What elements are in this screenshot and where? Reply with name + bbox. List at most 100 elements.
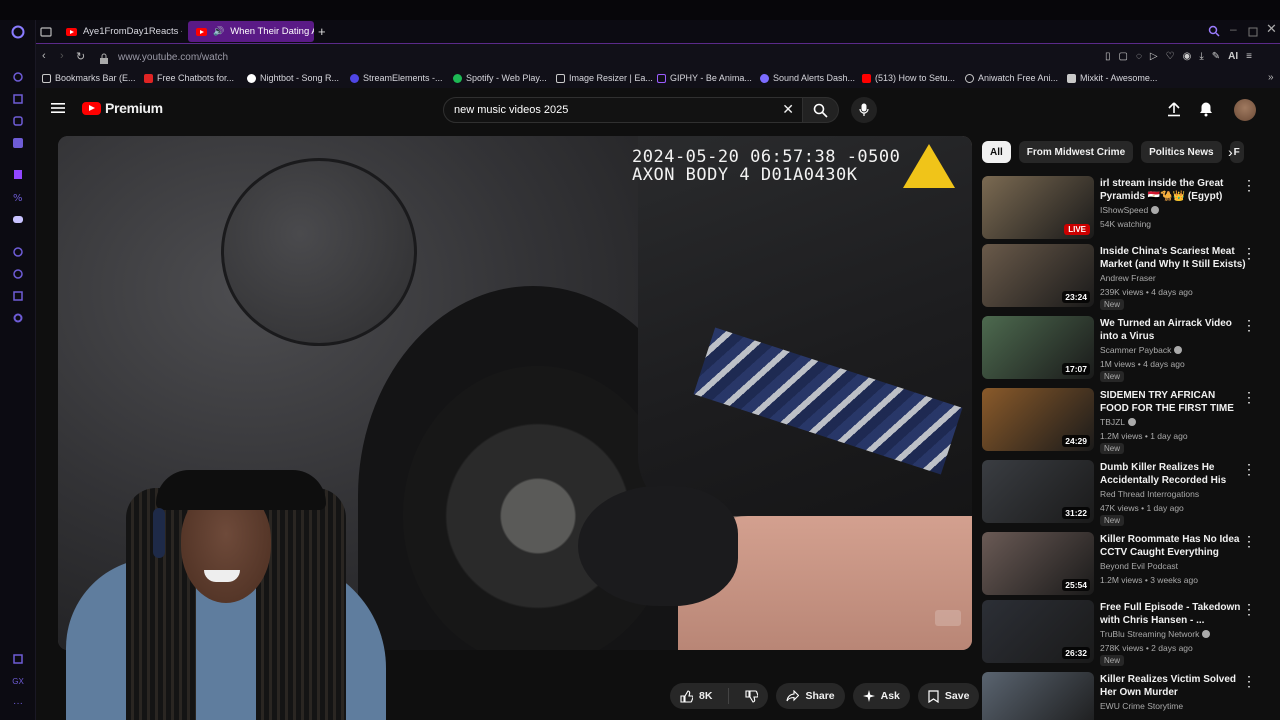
sidebar-extension-icon[interactable] <box>11 92 25 106</box>
video-title[interactable]: We Turned an Airrack Video into a Virus <box>1100 317 1246 343</box>
dislike-button[interactable] <box>735 683 768 709</box>
more-vertical-icon[interactable]: ⋮ <box>1242 178 1256 194</box>
minimize-button[interactable]: – <box>1230 22 1237 36</box>
more-vertical-icon[interactable]: ⋮ <box>1242 602 1256 618</box>
video-thumbnail[interactable]: 17:07 <box>982 316 1094 379</box>
youtube-logo[interactable]: Premium <box>82 100 163 116</box>
sidebar-history-icon[interactable] <box>11 267 25 281</box>
recommendation-item[interactable]: LIVE irl stream inside the Great Pyramids… <box>982 176 1262 242</box>
chip-politics-news[interactable]: Politics News <box>1141 141 1222 163</box>
channel-name-row[interactable]: EWU Crime Storytime <box>1100 701 1183 711</box>
channel-name-row[interactable]: Beyond Evil Podcast <box>1100 561 1178 571</box>
video-thumbnail[interactable] <box>982 672 1094 720</box>
account-icon[interactable]: ◉ <box>1183 51 1192 62</box>
channel-name-row[interactable]: Scammer Payback <box>1100 345 1183 355</box>
close-window-button[interactable]: ✕ <box>1266 21 1277 37</box>
recommendation-item[interactable]: 25:54 Killer Roommate Has No Idea CCTV Ca… <box>982 532 1262 598</box>
channel-name-row[interactable]: Red Thread Interrogations <box>1100 489 1199 499</box>
heart-icon[interactable]: ♡ <box>1166 51 1175 62</box>
recommendation-item[interactable]: 26:32 Free Full Episode - Takedown with C… <box>982 600 1262 666</box>
download-icon[interactable]: ⤓ <box>1199 51 1203 62</box>
sidebar-more-icon[interactable]: ··· <box>11 696 25 710</box>
chip-from-midwest-crime[interactable]: From Midwest Crime <box>1018 141 1134 163</box>
video-title[interactable]: Inside China's Scariest Meat Market (and… <box>1100 245 1246 271</box>
reload-icon[interactable]: ↻ <box>76 50 85 63</box>
bookmark-item[interactable]: Nightbot - Song R... <box>247 73 339 83</box>
recommendation-item[interactable]: 17:07 We Turned an Airrack Video into a V… <box>982 316 1262 382</box>
adblock-icon[interactable]: ◌ <box>1136 51 1142 62</box>
more-vertical-icon[interactable]: ⋮ <box>1242 390 1256 406</box>
video-thumbnail[interactable]: LIVE <box>982 176 1094 239</box>
share-button[interactable]: Share <box>776 683 845 709</box>
recommendation-item[interactable]: Killer Realizes Victim Solved Her Own Mu… <box>982 672 1262 720</box>
video-title[interactable]: Dumb Killer Realizes He Accidentally Rec… <box>1100 461 1246 487</box>
chips-next-icon[interactable]: › <box>1228 144 1233 160</box>
bookmark-item[interactable]: GIPHY - Be Anima... <box>657 73 752 83</box>
bookmark-item[interactable]: Bookmarks Bar (E... <box>42 73 136 83</box>
menu-icon[interactable]: ≡ <box>1246 51 1252 62</box>
forward-icon[interactable]: › <box>60 50 64 62</box>
bookmark-item[interactable]: Image Resizer | Ea... <box>556 73 653 83</box>
channel-name-row[interactable]: IShowSpeed <box>1100 205 1160 215</box>
sidebar-gx-corner-icon[interactable] <box>11 114 25 128</box>
hamburger-menu-icon[interactable] <box>51 101 65 113</box>
tab-menu-icon[interactable] <box>40 25 52 37</box>
chip-all[interactable]: All <box>982 141 1011 163</box>
bookmark-icon[interactable]: ▯ <box>1105 51 1111 62</box>
bookmarks-overflow-icon[interactable]: » <box>1268 72 1274 83</box>
sidebar-home-icon[interactable] <box>11 70 25 84</box>
pen-icon[interactable]: ✎ <box>1212 51 1220 62</box>
search-input[interactable]: new music videos 2025 ✕ <box>443 97 803 123</box>
recommendation-item[interactable]: 31:22 Dumb Killer Realizes He Accidentall… <box>982 460 1262 526</box>
avatar[interactable] <box>1234 99 1256 121</box>
bookmark-item[interactable]: (513) How to Setu... <box>862 73 955 83</box>
sidebar-percent-icon[interactable]: % <box>11 190 25 204</box>
bookmark-item[interactable]: Spotify - Web Play... <box>453 73 547 83</box>
ask-button[interactable]: Ask <box>852 683 910 709</box>
video-title[interactable]: Killer Roommate Has No Idea CCTV Caught … <box>1100 533 1246 559</box>
video-thumbnail[interactable]: 25:54 <box>982 532 1094 595</box>
recommendation-item[interactable]: 23:24 Inside China's Scariest Meat Market… <box>982 244 1262 310</box>
play-icon[interactable]: ▷ <box>1150 51 1158 62</box>
tab-1[interactable]: Aye1FromDay1Reacts - Yo <box>58 21 182 42</box>
recommendation-item[interactable]: 24:29 SIDEMEN TRY AFRICAN FOOD FOR THE FI… <box>982 388 1262 454</box>
save-button[interactable]: Save <box>917 683 980 709</box>
video-thumbnail[interactable]: 24:29 <box>982 388 1094 451</box>
sidebar-twitch-icon[interactable] <box>11 168 25 182</box>
url-field[interactable]: www.youtube.com/watch <box>118 52 228 63</box>
maximize-button[interactable] <box>1248 24 1258 42</box>
clear-search-icon[interactable]: ✕ <box>782 101 794 118</box>
channel-name-row[interactable]: Andrew Fraser <box>1100 273 1156 283</box>
bookmark-item[interactable]: Aniwatch Free Ani... <box>965 73 1058 83</box>
ai-button[interactable]: AI <box>1228 51 1238 62</box>
sidebar-messenger-icon[interactable] <box>11 136 25 150</box>
video-thumbnail[interactable]: 23:24 <box>982 244 1094 307</box>
notifications-bell-icon[interactable] <box>1198 101 1214 122</box>
opera-logo-icon[interactable] <box>11 25 25 39</box>
more-vertical-icon[interactable]: ⋮ <box>1242 462 1256 478</box>
sidebar-gx-control-icon[interactable] <box>11 652 25 666</box>
bookmark-item[interactable]: Mixkit - Awesome... <box>1067 73 1157 83</box>
back-icon[interactable]: ‹ <box>42 50 46 62</box>
video-title[interactable]: Killer Realizes Victim Solved Her Own Mu… <box>1100 673 1246 699</box>
snapshot-icon[interactable]: ▢ <box>1119 51 1128 62</box>
tab-2-active[interactable]: 🔊 When Their Dating App <box>188 21 314 42</box>
more-vertical-icon[interactable]: ⋮ <box>1242 246 1256 262</box>
bookmark-item[interactable]: Free Chatbots for... <box>144 73 234 83</box>
video-thumbnail[interactable]: 26:32 <box>982 600 1094 663</box>
video-thumbnail[interactable]: 31:22 <box>982 460 1094 523</box>
new-tab-button[interactable]: + <box>318 24 326 39</box>
upload-icon[interactable] <box>1166 101 1182 122</box>
video-title[interactable]: Free Full Episode - Takedown with Chris … <box>1100 601 1246 627</box>
sidebar-player-icon[interactable] <box>11 245 25 259</box>
video-title[interactable]: irl stream inside the Great Pyramids 🇪🇬🐪… <box>1100 177 1246 203</box>
video-title[interactable]: SIDEMEN TRY AFRICAN FOOD FOR THE FIRST T… <box>1100 389 1246 415</box>
like-button[interactable]: 8K <box>670 683 722 709</box>
bookmark-item[interactable]: StreamElements -... <box>350 73 443 83</box>
channel-name-row[interactable]: TruBlu Streaming Network <box>1100 629 1211 639</box>
sidebar-cube-icon[interactable] <box>11 289 25 303</box>
sidebar-settings-icon[interactable] <box>11 311 25 325</box>
more-vertical-icon[interactable]: ⋮ <box>1242 318 1256 334</box>
more-vertical-icon[interactable]: ⋮ <box>1242 534 1256 550</box>
channel-name-row[interactable]: TBJZL <box>1100 417 1137 427</box>
